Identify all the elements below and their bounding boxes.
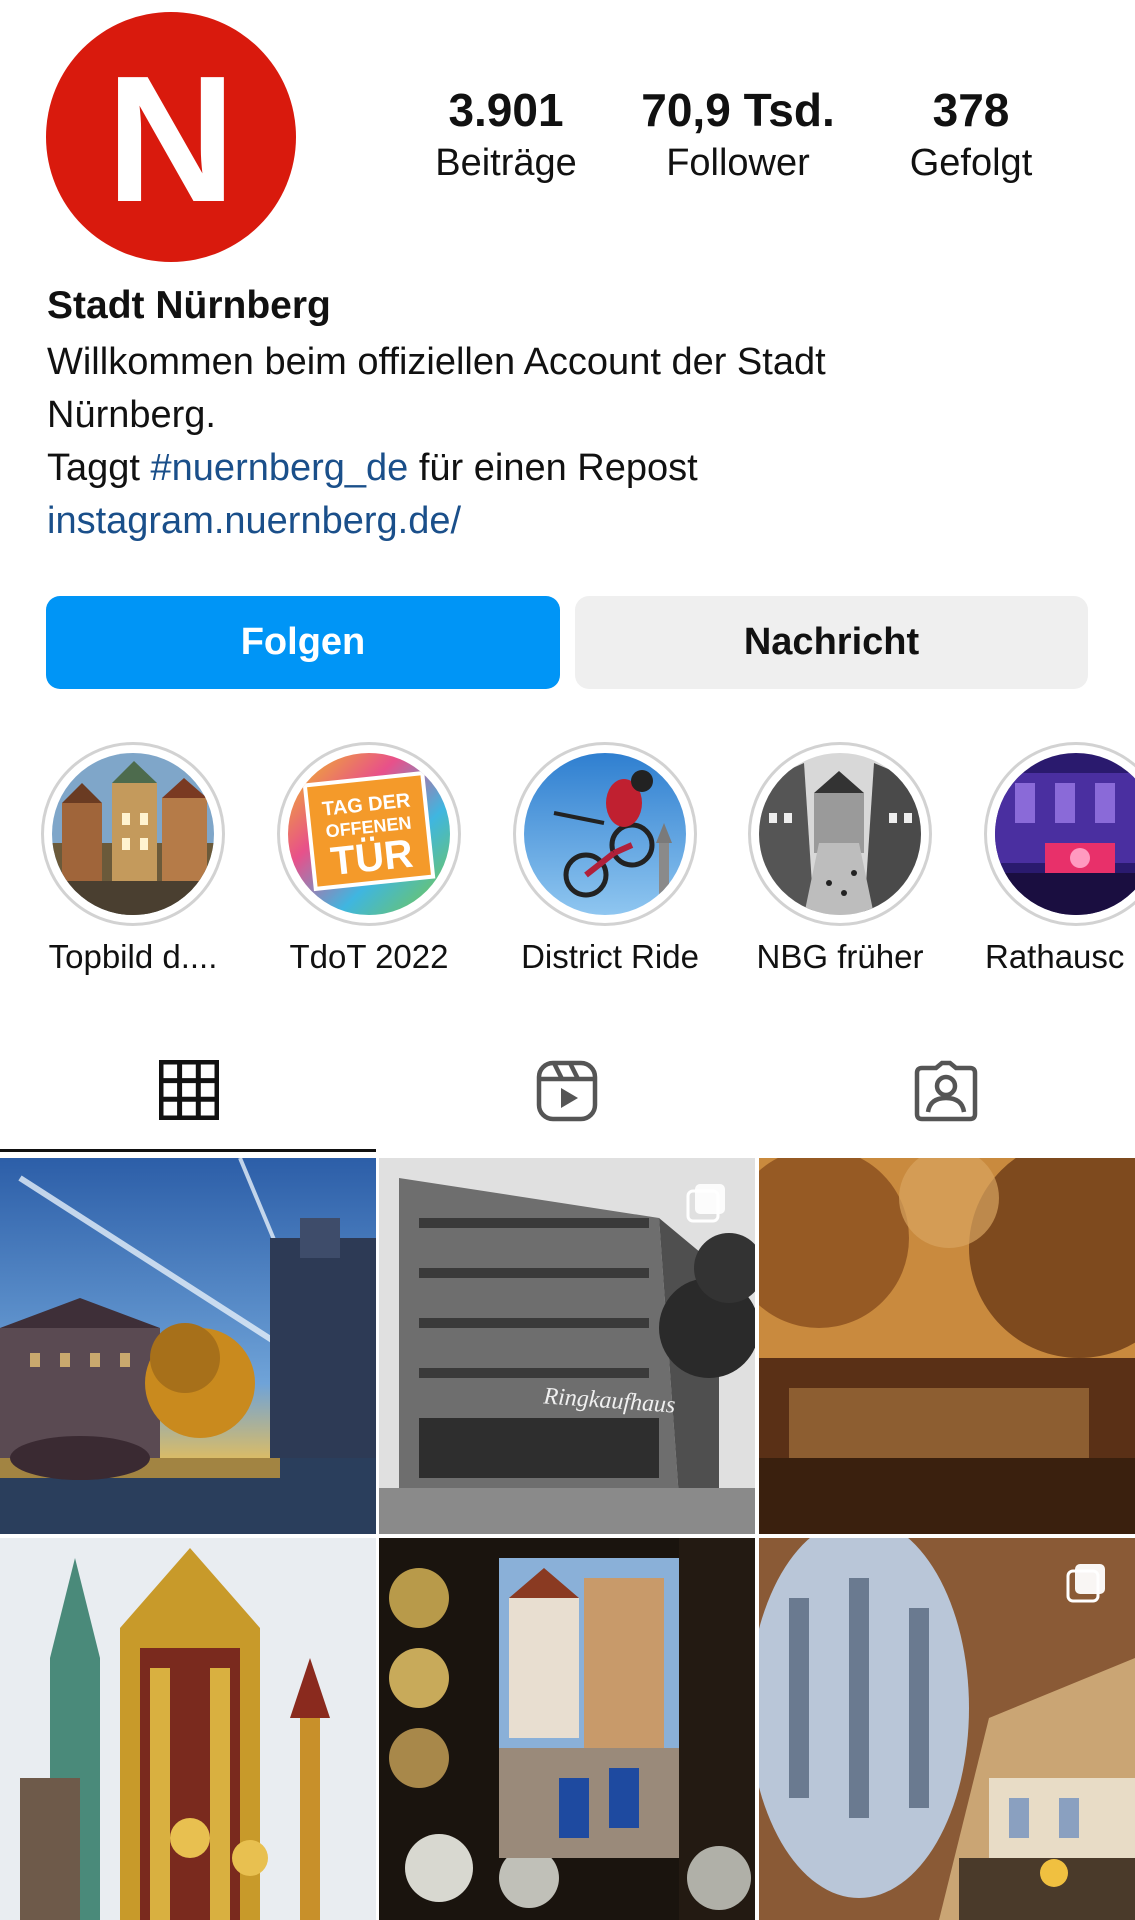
stat-followers[interactable]: 70,9 Tsd. Follower: [638, 82, 838, 188]
highlight-topbild[interactable]: [41, 742, 225, 926]
multi-post-icon: [686, 1184, 725, 1223]
post-image: [0, 1538, 376, 1920]
stat-following-label: Gefolgt: [909, 142, 1033, 184]
highlight-tdot[interactable]: TAG DER OFFENEN TÜR: [277, 742, 461, 926]
post-image: [0, 1158, 376, 1534]
highlight-nbg-frueher-image: [759, 753, 921, 915]
website-link[interactable]: instagram.nuernberg.de/: [47, 495, 1107, 548]
highlight-rathaus[interactable]: [984, 742, 1135, 926]
profile-bio: Willkommen beim offiziellen Account der …: [47, 336, 1107, 548]
highlight-label: NBG früher: [756, 938, 924, 975]
tagged-icon: [914, 1060, 978, 1122]
follow-button[interactable]: Folgen: [46, 596, 560, 689]
stat-posts[interactable]: 3.901 Beiträge: [406, 82, 606, 188]
stat-followers-label: Follower: [666, 142, 810, 184]
highlight-nbg-frueher[interactable]: [748, 742, 932, 926]
bio-text: Taggt: [47, 447, 151, 489]
highlight-rathaus-image: [995, 753, 1135, 915]
post-tile-2[interactable]: Ringkaufhaus: [379, 1158, 755, 1534]
tab-posts[interactable]: [158, 1059, 220, 1121]
post-tile-5[interactable]: [379, 1538, 755, 1920]
bio-hashtag-link[interactable]: #nuernberg_de: [151, 447, 409, 489]
highlight-label: Topbild d....: [48, 938, 218, 975]
post-image: [759, 1158, 1135, 1534]
post-tile-3[interactable]: [759, 1158, 1135, 1534]
bio-line-2: Nürnberg.: [47, 394, 216, 436]
highlight-label: TdoT 2022: [289, 938, 449, 975]
highlight-tdot-image: TAG DER OFFENEN TÜR: [288, 753, 450, 915]
multi-post-icon: [1066, 1564, 1105, 1603]
highlight-label: District Ride: [521, 938, 699, 975]
tab-reels[interactable]: [536, 1060, 598, 1122]
stat-followers-value: 70,9 Tsd.: [641, 84, 835, 136]
bio-line-3: Taggt #nuernberg_de für einen Repost: [47, 442, 1107, 495]
stat-posts-label: Beiträge: [435, 142, 577, 184]
post-tile-6[interactable]: [759, 1538, 1135, 1920]
post-tile-1[interactable]: [0, 1158, 376, 1534]
avatar-logo-letter: N: [106, 39, 236, 240]
tab-tagged[interactable]: [914, 1060, 978, 1122]
post-tile-4[interactable]: [0, 1538, 376, 1920]
message-button[interactable]: Nachricht: [575, 596, 1088, 689]
highlight-district-ride-image: [524, 753, 686, 915]
grid-icon: [158, 1059, 220, 1121]
bio-line-1: Willkommen beim offiziellen Account der …: [47, 341, 826, 383]
profile-avatar[interactable]: N: [46, 12, 296, 262]
highlight-topbild-image: [52, 753, 214, 915]
reels-icon: [536, 1060, 598, 1122]
stat-following[interactable]: 378 Gefolgt: [871, 82, 1071, 188]
stat-following-value: 378: [932, 84, 1010, 136]
post-image: [379, 1538, 755, 1920]
stat-posts-value: 3.901: [448, 84, 564, 136]
highlight-district-ride[interactable]: [513, 742, 697, 926]
bio-text: für einen Repost: [408, 447, 698, 489]
tdot-badge-line-3: TÜR: [329, 831, 416, 884]
profile-name: Stadt Nürnberg: [47, 284, 331, 327]
highlight-label: Rathausc: [985, 938, 1125, 975]
active-tab-indicator: [0, 1149, 376, 1152]
